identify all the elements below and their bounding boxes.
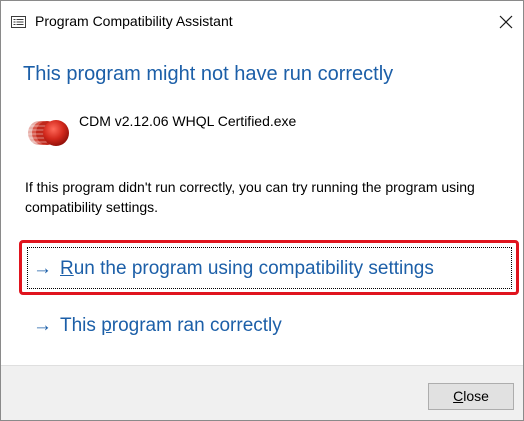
run-compatibility-settings-link[interactable]: → Run the program using compatibility set… bbox=[33, 258, 434, 280]
option-label: un the program using compatibility setti… bbox=[73, 258, 434, 279]
window-list-icon bbox=[11, 16, 26, 28]
dialog-description: If this program didn't run correctly, yo… bbox=[25, 179, 475, 215]
option-access-key: p bbox=[101, 315, 112, 336]
crystaldiskmark-icon bbox=[28, 120, 69, 146]
dialog-heading: This program might not have run correctl… bbox=[23, 63, 394, 85]
close-label: lose bbox=[463, 388, 489, 404]
program-ran-correctly-link[interactable]: → This program ran correctly bbox=[33, 315, 282, 337]
option-access-key: R bbox=[60, 258, 74, 279]
close-icon[interactable] bbox=[495, 11, 517, 33]
dialog-window: Program Compatibility Assistant This pro… bbox=[0, 0, 524, 421]
title-bar[interactable]: Program Compatibility Assistant bbox=[1, 1, 523, 41]
option-label-prefix: This bbox=[60, 315, 102, 336]
close-button[interactable]: Close bbox=[428, 383, 514, 410]
option-label: rogram ran correctly bbox=[111, 315, 282, 336]
dialog-footer: Close bbox=[1, 365, 523, 420]
right-arrow-icon: → bbox=[33, 315, 52, 336]
right-arrow-icon: → bbox=[33, 258, 52, 279]
window-title: Program Compatibility Assistant bbox=[35, 13, 233, 29]
program-name: CDM v2.12.06 WHQL Certified.exe bbox=[79, 113, 297, 129]
close-access-key: C bbox=[453, 388, 464, 404]
